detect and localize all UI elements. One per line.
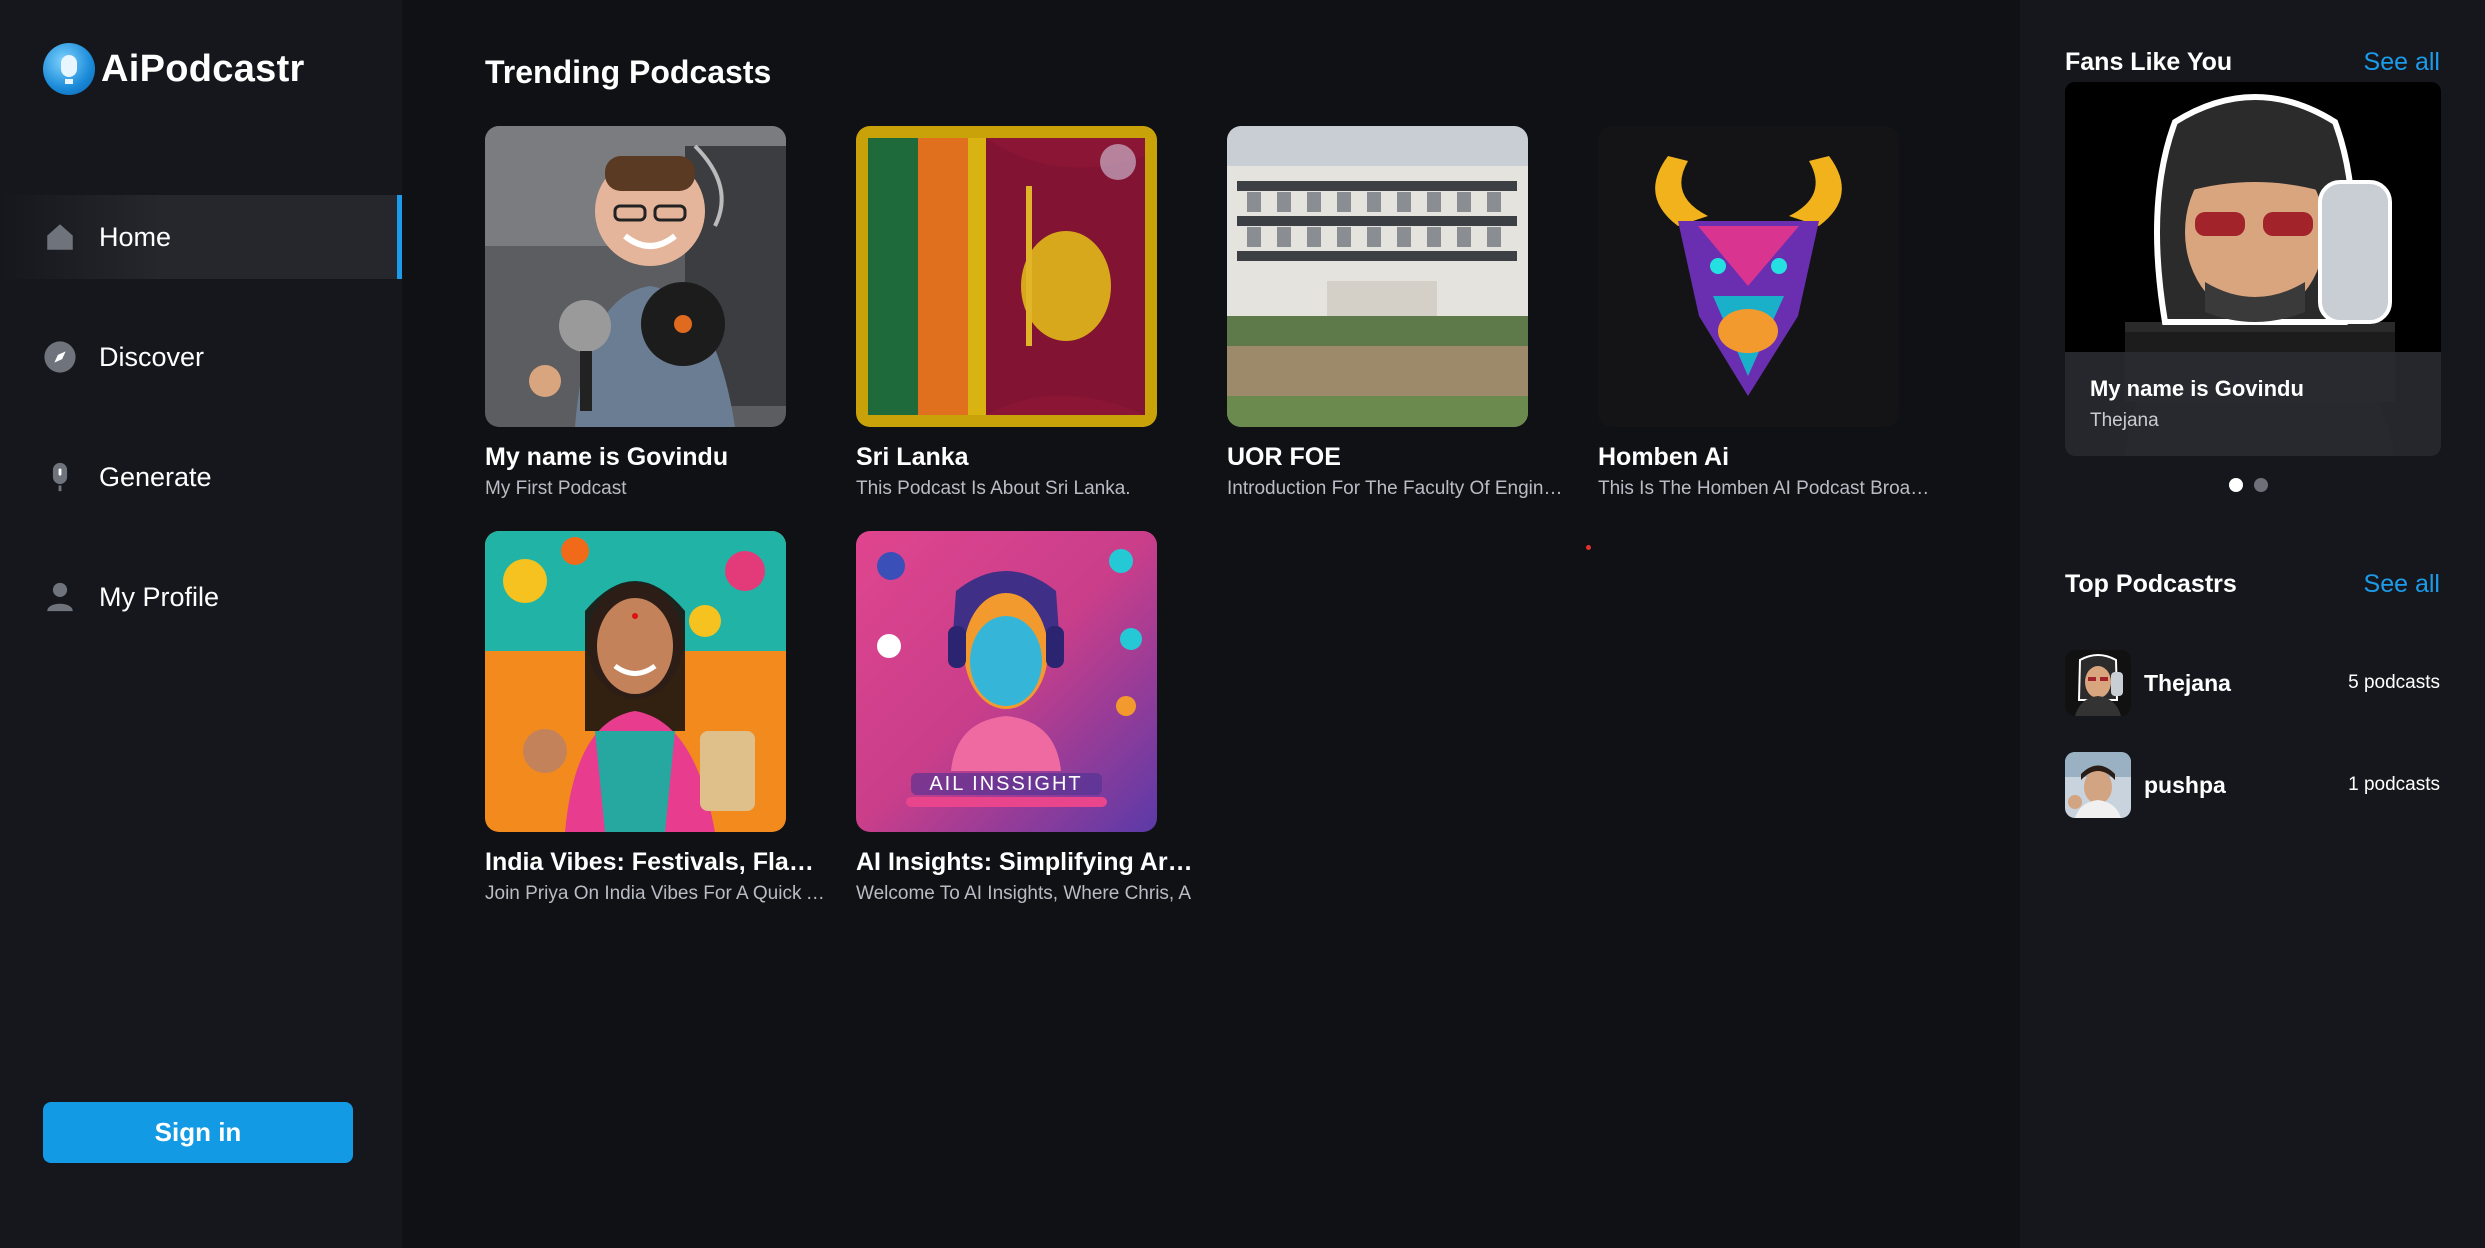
podcast-thumbnail[interactable]: [856, 126, 1157, 427]
top-podcastr-name: Thejana: [2144, 669, 2231, 696]
podcast-card[interactable]: My name is Govindu My First Podcast: [485, 126, 825, 500]
podcast-thumbnail[interactable]: [485, 126, 786, 427]
fans-section-header: Fans Like You See all: [2065, 48, 2440, 77]
carousel-dot-2[interactable]: [2254, 478, 2268, 492]
brand-name: AiPodcastr: [101, 47, 305, 90]
top-podcastr-count: 5 podcasts: [2348, 672, 2440, 693]
page-title: Trending Podcasts: [485, 54, 772, 90]
avatar: [2065, 650, 2131, 716]
nav-label-generate: Generate: [99, 461, 212, 492]
home-icon: [43, 220, 77, 254]
nav-label-discover: Discover: [99, 341, 205, 372]
podcast-description: Welcome To AI Insights, Where Chris, A: [856, 883, 1192, 904]
podcast-title[interactable]: Sri Lanka: [856, 443, 1196, 472]
podcast-thumbnail[interactable]: [1227, 126, 1528, 427]
podcast-description: This Podcast Is About Sri Lanka.: [856, 478, 1131, 499]
podcast-description: Join Priya On India Vibes For A Quick An…: [485, 883, 825, 904]
podcast-thumbnail[interactable]: [485, 531, 786, 832]
top-podcastrs-title: Top Podcastrs: [2065, 570, 2237, 598]
top-podcastr-count: 1 podcasts: [2348, 774, 2440, 795]
podcast-card[interactable]: AIL INSSIGHT AI Insights: Simplifying Ar…: [856, 531, 1196, 905]
compass-icon: [43, 340, 77, 374]
nav-label-home: Home: [99, 221, 172, 252]
main-nav: Home Discover Generate My Profile: [0, 195, 402, 675]
podcast-description: This Is The Homben AI Podcast Broadcast: [1598, 478, 1938, 499]
fan-card-info: My name is Govindu Thejana: [2065, 352, 2441, 456]
nav-item-generate[interactable]: Generate: [0, 435, 402, 519]
top-podcastr-item[interactable]: Thejana 5 podcasts: [2065, 649, 2440, 717]
fans-see-all-link[interactable]: See all: [2364, 48, 2440, 77]
top-podcastr-item[interactable]: pushpa 1 podcasts: [2065, 751, 2440, 819]
podcast-card[interactable]: UOR FOE Introduction For The Faculty Of …: [1227, 126, 1567, 500]
stray-dot: [1586, 545, 1591, 550]
podcast-title[interactable]: AI Insights: Simplifying Artificial: [856, 848, 1196, 877]
right-sidebar: Fans Like You See all My name is Govindu…: [2020, 0, 2485, 1248]
podcast-card[interactable]: Homben Ai This Is The Homben AI Podcast …: [1598, 126, 1938, 500]
nav-label-my-profile: My Profile: [99, 581, 220, 612]
fan-carousel-card[interactable]: My name is Govindu Thejana: [2065, 82, 2441, 456]
podcast-title[interactable]: Homben Ai: [1598, 443, 1938, 472]
avatar: [2065, 752, 2131, 818]
podcast-card[interactable]: Sri Lanka This Podcast Is About Sri Lank…: [856, 126, 1196, 500]
nav-item-discover[interactable]: Discover: [0, 315, 402, 399]
top-podcastr-name: pushpa: [2144, 771, 2226, 798]
podcast-title[interactable]: India Vibes: Festivals, Flavors: [485, 848, 825, 877]
microphone-icon: [43, 460, 77, 494]
podcast-description: Introduction For The Faculty Of Engineer…: [1227, 478, 1567, 499]
top-podcastrs-header: Top Podcastrs See all: [2065, 570, 2440, 599]
nav-item-home[interactable]: Home: [0, 195, 402, 279]
carousel-dot-1[interactable]: [2229, 478, 2243, 492]
top-see-all-link[interactable]: See all: [2364, 570, 2440, 599]
microphone-logo-icon: [43, 43, 95, 95]
podcast-thumbnail[interactable]: [1598, 126, 1899, 427]
ai-insights-banner-text: AIL INSSIGHT: [929, 773, 1082, 795]
podcast-title[interactable]: UOR FOE: [1227, 443, 1567, 472]
sign-in-button[interactable]: Sign in: [43, 1102, 353, 1163]
fan-card-author: Thejana: [2090, 410, 2159, 431]
podcast-description: My First Podcast: [485, 478, 627, 499]
fans-section-title: Fans Like You: [2065, 48, 2233, 76]
user-icon: [43, 580, 77, 614]
carousel-dots: [2229, 478, 2268, 492]
podcast-card[interactable]: India Vibes: Festivals, Flavors Join Pri…: [485, 531, 825, 905]
nav-item-my-profile[interactable]: My Profile: [0, 555, 402, 639]
fan-card-title[interactable]: My name is Govindu: [2090, 376, 2416, 402]
brand-logo[interactable]: AiPodcastr: [43, 43, 305, 95]
app-root: AiPodcastr Home Discover Generate My Pro…: [0, 0, 2485, 1248]
main-content: Trending Podcasts My name is Govindu My …: [402, 0, 2020, 1248]
left-sidebar: AiPodcastr Home Discover Generate My Pro…: [0, 0, 402, 1248]
podcast-thumbnail[interactable]: AIL INSSIGHT: [856, 531, 1157, 832]
podcast-title[interactable]: My name is Govindu: [485, 443, 825, 472]
